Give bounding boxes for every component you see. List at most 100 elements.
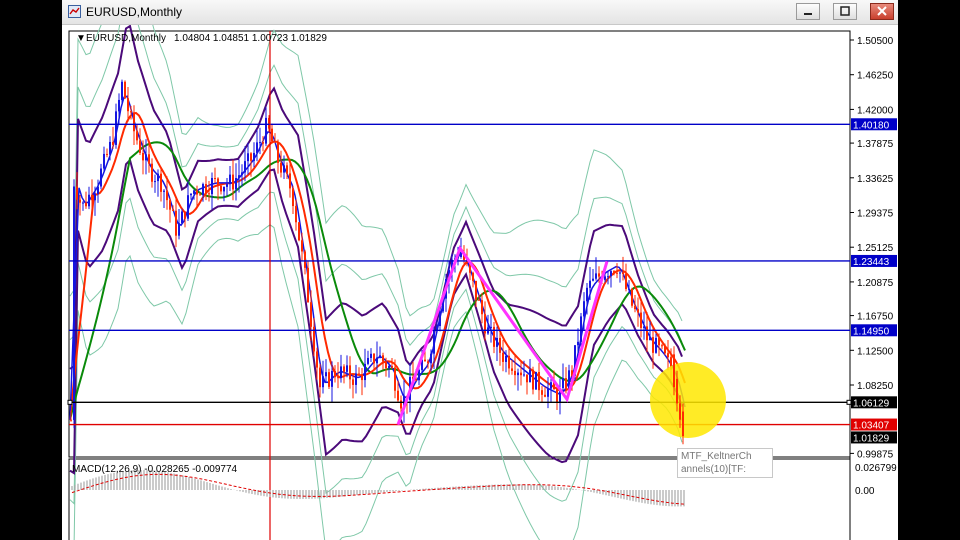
candle-body (478, 299, 480, 301)
chart-collapse-arrow[interactable]: ▼ (76, 33, 86, 44)
candle-body (595, 273, 597, 279)
candle-body (121, 81, 123, 100)
candle-body (580, 316, 582, 342)
level-price-label: 1.14950 (853, 326, 890, 337)
candle-body (592, 278, 594, 281)
candle-body (151, 163, 153, 182)
candle-body (643, 326, 645, 328)
price-tick-label: 0.99875 (857, 449, 894, 460)
price-tick-label: 1.33625 (857, 174, 894, 185)
candle-body (340, 366, 342, 379)
candle-body (130, 111, 132, 113)
candle-body (166, 190, 168, 201)
candle-body (556, 389, 558, 402)
candle-body (616, 272, 618, 274)
candle-body (142, 152, 144, 161)
candle-body (352, 379, 354, 385)
chart-symbol: EURUSD,Monthly (86, 33, 166, 44)
candle-body (586, 287, 588, 302)
candle-body (274, 141, 276, 143)
candle-body (178, 223, 180, 236)
candle-body (361, 374, 363, 381)
candle-body (391, 366, 393, 368)
candle-body (649, 337, 651, 341)
candle-body (202, 184, 204, 196)
candle-body (283, 165, 285, 173)
candle-body (250, 153, 252, 161)
candle-body (424, 359, 426, 362)
candle-body (640, 312, 642, 328)
restore-button[interactable] (833, 3, 857, 20)
candle-body (73, 186, 75, 420)
candle-body (220, 185, 222, 192)
candle-body (547, 388, 549, 397)
candle-body (676, 378, 678, 404)
candle-body (382, 355, 384, 362)
chart-area[interactable]: 1.40180 1.23443 1.14950 1.06129 1.03407 1.018… (62, 0, 898, 540)
candle-body (328, 372, 330, 387)
candle-body (502, 352, 504, 362)
candle-body (229, 174, 231, 185)
candle-body (397, 390, 399, 401)
candle-body (511, 368, 513, 371)
candle-body (169, 200, 171, 210)
close-button[interactable] (870, 3, 894, 20)
candle-body (325, 372, 327, 377)
candle-body (607, 276, 609, 278)
candle-body (385, 361, 387, 369)
candle-body (232, 174, 234, 190)
candle-body (289, 173, 291, 189)
candle-body (538, 371, 540, 391)
candle-body (157, 173, 159, 182)
candle-body (136, 131, 138, 141)
candle-body (517, 372, 519, 376)
candle-body (427, 361, 429, 364)
candle-body (190, 193, 192, 196)
candle-body (139, 140, 141, 153)
minimize-icon (804, 13, 812, 15)
restore-icon (840, 6, 850, 16)
candle-body (253, 152, 255, 161)
candle-body (346, 365, 348, 372)
candle-body (199, 194, 201, 196)
candle-body (331, 370, 333, 387)
candle-body (394, 367, 396, 391)
candle-body (523, 374, 525, 376)
candle-body (76, 186, 78, 200)
candle-body (262, 142, 264, 144)
candle-body (388, 366, 390, 369)
candle-body (658, 337, 660, 346)
candle-body (682, 411, 684, 437)
minimize-button[interactable] (796, 3, 820, 20)
candle-body (529, 369, 531, 383)
candle-body (307, 267, 309, 303)
candle-body (349, 365, 351, 380)
candle-body (343, 366, 345, 372)
price-tick-label: 1.16750 (857, 312, 894, 323)
candle-body (163, 190, 165, 192)
candle-body (334, 370, 336, 378)
candle-body (124, 81, 126, 99)
candle-body (496, 337, 498, 347)
candle-body (304, 251, 306, 268)
candle-body (88, 194, 90, 207)
candle-body (148, 154, 150, 164)
candle-body (439, 311, 441, 327)
level-price-label: 1.03407 (853, 421, 890, 432)
price-tick-label: 1.50500 (857, 36, 894, 47)
candle-body (160, 173, 162, 192)
candle-body (505, 355, 507, 362)
candle-body (301, 240, 303, 252)
candle-body (499, 337, 501, 353)
macd-tick-zero: 0.00 (855, 486, 875, 497)
candle-body (109, 141, 111, 155)
candle-body (430, 353, 432, 364)
title-bar[interactable]: EURUSD,Monthly (62, 0, 898, 25)
close-icon (877, 6, 887, 16)
candle-body (376, 357, 378, 364)
candle-body (373, 353, 375, 364)
candle-body (298, 222, 300, 241)
candle-body (532, 369, 534, 390)
candle-body (127, 98, 129, 112)
candle-body (604, 276, 606, 280)
